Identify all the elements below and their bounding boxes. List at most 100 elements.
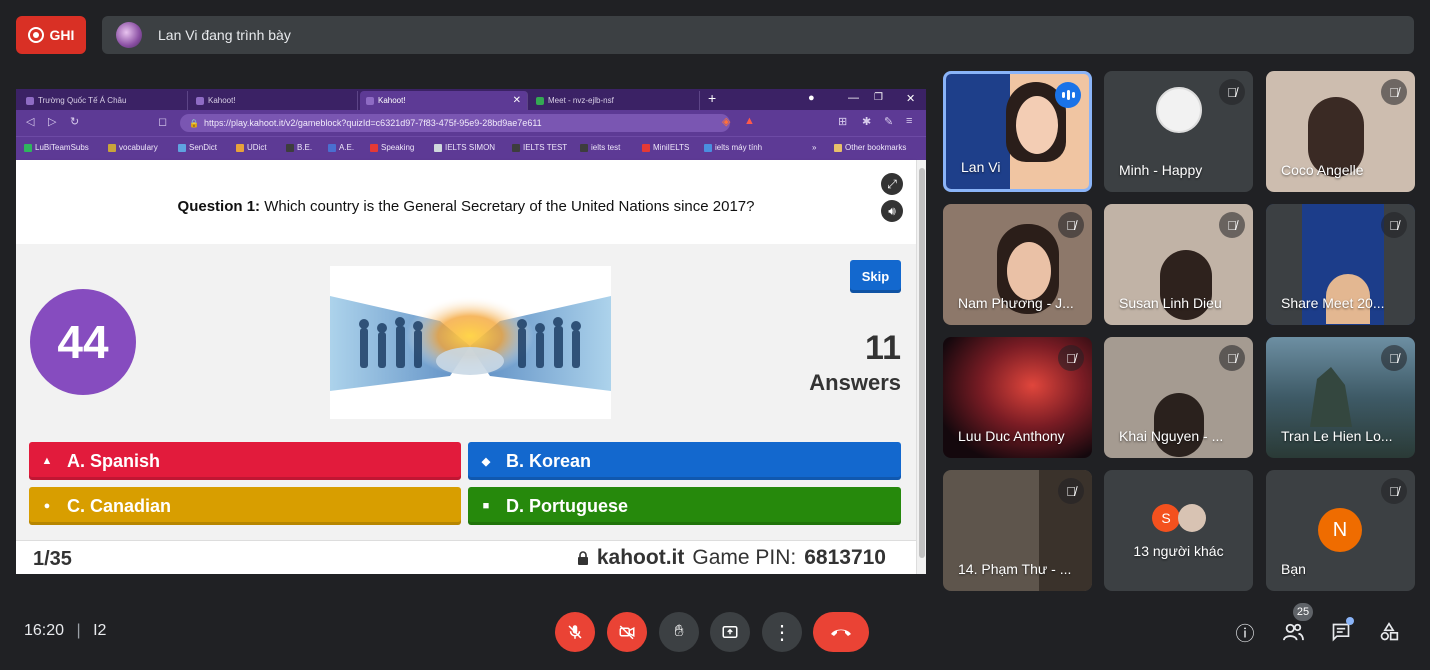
window-close-icon[interactable]: ✕: [906, 92, 915, 105]
answers-count: 11: [865, 329, 901, 367]
raise-hand-button[interactable]: ✋︎: [659, 612, 699, 652]
bookmark-item[interactable]: B.E.: [286, 143, 312, 152]
answer-c[interactable]: ● C. Canadian: [29, 487, 461, 525]
meeting-info-icon[interactable]: ⓘ: [1233, 620, 1257, 645]
profile-icon[interactable]: ●: [808, 92, 815, 104]
bookmark-item[interactable]: A.E.: [328, 143, 354, 152]
participant-name: Tran Le Hien Lo...: [1281, 428, 1393, 444]
question-title: Question 1: Which country is the General…: [177, 198, 755, 215]
participant-tile-susan[interactable]: 🎙̸ Susan Linh Dieu: [1104, 204, 1253, 325]
fullscreen-icon[interactable]: ⤢: [881, 173, 903, 195]
participant-name: Share Meet 20...: [1281, 295, 1385, 311]
hand-icon: ✋︎: [674, 623, 684, 640]
presenter-text: Lan Vi đang trình bày: [158, 27, 291, 43]
browser-tab-kahoot-2[interactable]: Kahoot! ✕: [360, 91, 528, 110]
mic-off-icon: 🎙̸: [1219, 79, 1245, 105]
participant-tile-lan-vi[interactable]: Lan Vi: [943, 71, 1092, 192]
answers-counter: 11 Answers: [786, 329, 901, 396]
question-progress: 1/35: [33, 548, 72, 570]
participant-name: 13 người khác: [1133, 543, 1224, 559]
answer-a[interactable]: ▲ A. Spanish: [29, 442, 461, 480]
question-area: Question 1: Which country is the General…: [16, 160, 916, 244]
bookmark-item[interactable]: MiniIELTS: [642, 143, 689, 152]
rewards-icon[interactable]: ▲: [744, 115, 755, 127]
answer-d[interactable]: ■ D. Portuguese: [468, 487, 901, 525]
minimize-icon[interactable]: —: [848, 92, 859, 104]
bookmarks-bar: LuBiTeamSubs vocabulary SenDict UDict B.…: [16, 136, 926, 160]
present-icon: [722, 626, 738, 638]
presenter-bar[interactable]: Lan Vi đang trình bày: [102, 16, 1414, 54]
activities-icon[interactable]: [1377, 620, 1401, 644]
back-icon[interactable]: ◁: [26, 115, 34, 128]
scrollbar-thumb[interactable]: [919, 168, 925, 558]
record-icon: [27, 27, 44, 43]
bookmark-item[interactable]: IELTS TEST: [512, 143, 567, 152]
reload-icon[interactable]: ↻: [70, 115, 79, 128]
answers-label: Answers: [809, 370, 901, 395]
square-icon: ■: [482, 500, 490, 512]
sound-icon[interactable]: 🔊︎: [881, 200, 903, 222]
participant-name: Nam Phương - J...: [958, 295, 1074, 311]
browser-tab-kahoot-1[interactable]: Kahoot!: [190, 91, 358, 110]
record-button[interactable]: GHI: [16, 16, 86, 54]
lock-icon: 🔒: [189, 118, 199, 128]
people-icon[interactable]: [1281, 620, 1305, 644]
mic-off-icon: [568, 625, 582, 639]
menu-icon[interactable]: ≡: [906, 115, 912, 127]
participant-tile-luu-duc[interactable]: 🎙̸ Luu Duc Anthony: [943, 337, 1092, 458]
mic-off-icon: 🎙̸: [1381, 478, 1407, 504]
url-text: https://play.kahoot.it/v2/gameblock?quiz…: [204, 118, 542, 128]
participant-tile-others[interactable]: S 13 người khác: [1104, 470, 1253, 591]
page-scrollbar[interactable]: [916, 160, 926, 574]
shield-icon[interactable]: ◈: [722, 115, 730, 128]
answer-b[interactable]: ◆ B. Korean: [468, 442, 901, 480]
new-tab-icon[interactable]: +: [708, 90, 716, 106]
bookmark-item[interactable]: UDict: [236, 143, 267, 152]
bookmark-item[interactable]: Speaking: [370, 143, 414, 152]
bookmark-item[interactable]: ielts máy tính: [704, 143, 762, 152]
browser-tab-school[interactable]: Trường Quốc Tế Á Châu: [20, 91, 188, 110]
skip-button[interactable]: Skip: [850, 260, 901, 293]
participant-video: [1154, 393, 1204, 457]
participant-tile-nam-phuong[interactable]: 🎙̸ Nam Phương - J...: [943, 204, 1092, 325]
your-avatar: N: [1318, 508, 1362, 552]
bookmark-other[interactable]: Other bookmarks: [834, 143, 906, 152]
participant-tile-tran-le[interactable]: 🎙̸ Tran Le Hien Lo...: [1266, 337, 1415, 458]
mic-toggle-button[interactable]: [555, 612, 595, 652]
participant-tile-khai[interactable]: 🎙̸ Khai Nguyen - ...: [1104, 337, 1253, 458]
more-options-button[interactable]: ⋮: [762, 612, 802, 652]
bookmark-item[interactable]: SenDict: [178, 143, 217, 152]
browser-tab-meet[interactable]: Meet - nvz-ejlb-nsf: [530, 91, 700, 110]
leave-call-button[interactable]: [813, 612, 869, 652]
bookmark-page-icon[interactable]: ◻: [158, 115, 167, 128]
participant-name: Khai Nguyen - ...: [1119, 428, 1224, 444]
tab-close-icon[interactable]: ✕: [513, 95, 521, 106]
participant-name: Luu Duc Anthony: [958, 428, 1065, 444]
mic-off-icon: 🎙̸: [1219, 345, 1245, 371]
forward-icon[interactable]: ▷: [48, 115, 56, 128]
maximize-icon[interactable]: ❐: [874, 92, 883, 103]
lock-icon: [577, 551, 588, 565]
extensions-icon[interactable]: ✱: [862, 115, 871, 128]
bookmarks-more-icon[interactable]: »: [812, 143, 816, 152]
edit-icon[interactable]: ✎: [884, 115, 893, 128]
participant-avatar: [1156, 87, 1202, 133]
translate-icon[interactable]: ⊞: [838, 115, 847, 128]
participant-tile-pham-thu[interactable]: 🎙̸ 14. Phạm Thư - ...: [943, 470, 1092, 591]
address-bar[interactable]: 🔒 https://play.kahoot.it/v2/gameblock?qu…: [180, 114, 730, 132]
diamond-icon: ◆: [481, 455, 491, 468]
mic-off-icon: 🎙̸: [1058, 478, 1084, 504]
present-screen-button[interactable]: [710, 612, 750, 652]
participant-tile-coco[interactable]: 🎙̸ Coco Angelle: [1266, 71, 1415, 192]
participant-video: [1310, 367, 1352, 427]
bookmark-item[interactable]: vocabulary: [108, 143, 158, 152]
bookmark-item[interactable]: ielts test: [580, 143, 620, 152]
participant-tile-you[interactable]: N 🎙̸ Bạn: [1266, 470, 1415, 591]
participant-tile-share-meet[interactable]: 🎙̸ Share Meet 20...: [1266, 204, 1415, 325]
bookmark-item[interactable]: LuBiTeamSubs: [24, 143, 89, 152]
camera-toggle-button[interactable]: [607, 612, 647, 652]
kahoot-footer: 1/35 kahoot.it Game PIN: 6813710: [16, 540, 916, 574]
bookmark-item[interactable]: IELTS SIMON: [434, 143, 495, 152]
participant-name: Susan Linh Dieu: [1119, 295, 1222, 311]
participant-tile-minh[interactable]: 🎙̸ Minh - Happy: [1104, 71, 1253, 192]
